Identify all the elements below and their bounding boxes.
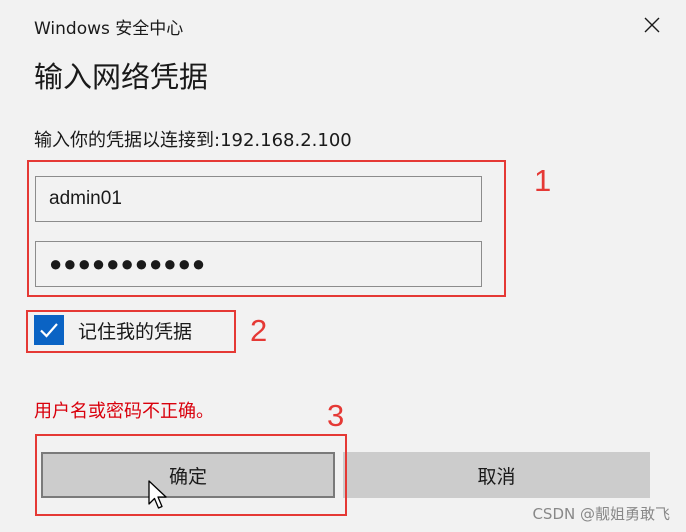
error-message: 用户名或密码不正确。 [34, 401, 214, 422]
username-field[interactable]: admin01 [35, 176, 482, 222]
cancel-button-label: 取消 [477, 465, 516, 488]
credential-dialog: Windows 安全中心 输入网络凭据 输入你的凭据以连接到:192.168.2… [0, 0, 686, 532]
cancel-button[interactable]: 取消 [343, 452, 650, 498]
annotation-number-1: 1 [534, 163, 552, 198]
dialog-heading: 输入网络凭据 [34, 60, 209, 94]
password-field[interactable]: ●●●●●●●●●●● [35, 241, 482, 287]
username-value: admin01 [49, 188, 122, 209]
checkmark-icon [40, 323, 58, 338]
password-value: ●●●●●●●●●●● [49, 251, 207, 276]
checkbox-checked[interactable] [34, 315, 64, 345]
annotation-number-3: 3 [327, 398, 345, 433]
close-icon [644, 17, 660, 33]
connection-prompt: 输入你的凭据以连接到:192.168.2.100 [34, 130, 352, 151]
watermark: CSDN @靓姐勇敢飞 [532, 505, 670, 523]
mouse-cursor-icon [148, 480, 167, 509]
window-title: Windows 安全中心 [34, 19, 184, 39]
ok-button[interactable]: 确定 [41, 452, 335, 498]
remember-label: 记住我的凭据 [78, 320, 193, 343]
remember-credentials-checkbox[interactable]: 记住我的凭据 [34, 315, 192, 345]
annotation-number-2: 2 [250, 313, 268, 348]
ok-button-label: 确定 [168, 465, 207, 488]
close-button[interactable] [633, 10, 671, 40]
